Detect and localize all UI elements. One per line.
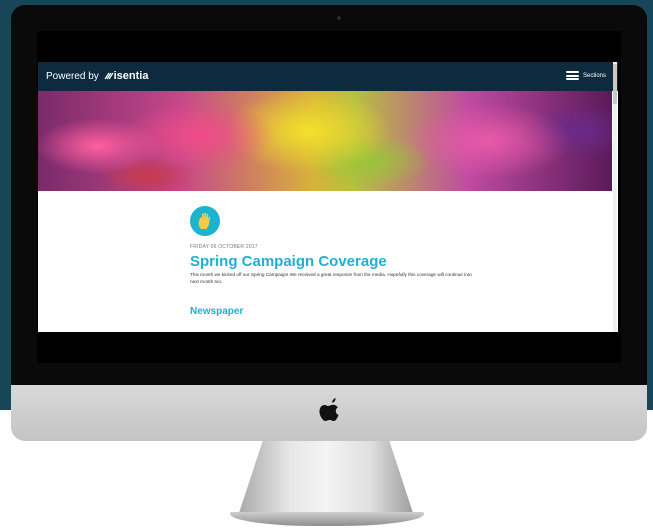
hamburger-icon — [565, 71, 579, 80]
hand-icon — [190, 206, 220, 236]
hero-banner-image — [38, 91, 612, 191]
monitor-stand-neck — [238, 441, 414, 516]
powered-by-text: Powered by — [46, 71, 99, 82]
isentia-logo: isentia — [104, 70, 149, 82]
brand[interactable]: Powered by isentia — [46, 70, 148, 82]
isentia-logo-icon — [104, 72, 114, 80]
article-content: FRIDAY 06 OCTOBER 2017 Spring Campaign C… — [190, 206, 490, 317]
scrollbar-thumb[interactable] — [613, 64, 617, 104]
sections-label: Sections — [582, 72, 606, 79]
sections-menu-button[interactable]: Sections — [565, 71, 606, 80]
article-title: Spring Campaign Coverage — [190, 253, 387, 270]
navbar: Powered by isentia Sections — [38, 62, 618, 91]
hand-glyph — [198, 212, 211, 229]
apple-icon — [319, 398, 339, 421]
article-date: FRIDAY 06 OCTOBER 2017 — [190, 244, 258, 250]
website: Powered by isentia Sections FRIDAY 06 OC… — [38, 62, 618, 332]
camera-icon — [337, 16, 341, 20]
logo-text: isentia — [113, 70, 149, 82]
section-heading-newspaper: Newspaper — [190, 306, 244, 317]
article-description: This month we kicked off our Spring Camp… — [190, 272, 472, 284]
